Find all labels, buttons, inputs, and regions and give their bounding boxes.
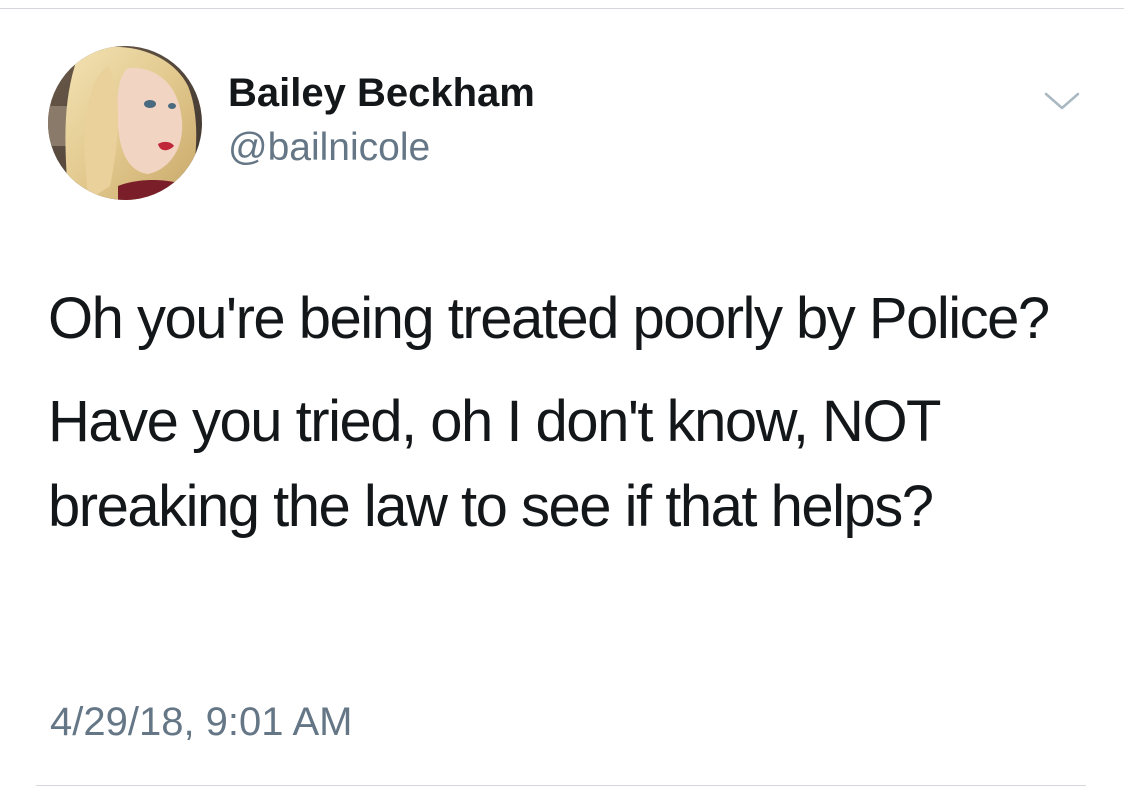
tweet-menu-button[interactable] xyxy=(1040,84,1084,118)
author-handle[interactable]: @bailnicole xyxy=(228,124,430,172)
top-divider xyxy=(0,8,1124,9)
author-display-name[interactable]: Bailey Beckham xyxy=(228,68,535,118)
tweet-text: Oh you're being treated poorly by Police… xyxy=(48,276,1098,549)
tweet-paragraph-2: Have you tried, oh I don't know, NOT bre… xyxy=(48,389,940,539)
tweet-timestamp[interactable]: 4/29/18, 9:01 AM xyxy=(50,696,352,748)
profile-photo xyxy=(48,46,202,200)
tweet-paragraph-1: Oh you're being treated poorly by Police… xyxy=(48,286,1050,351)
avatar[interactable] xyxy=(48,46,202,200)
chevron-down-icon xyxy=(1044,92,1080,110)
bottom-divider xyxy=(36,785,1086,786)
